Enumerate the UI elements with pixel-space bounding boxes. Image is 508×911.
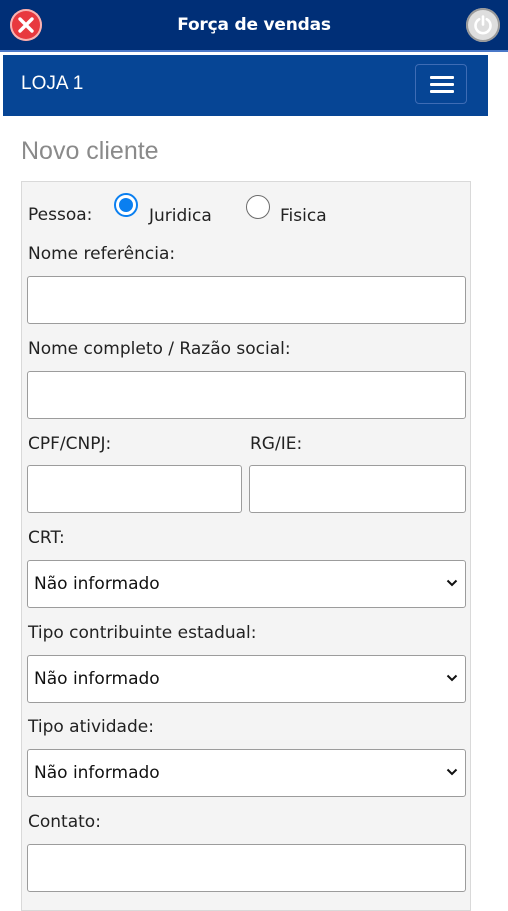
chevron-down-icon xyxy=(446,768,458,776)
app-title: Força de vendas xyxy=(177,15,331,35)
cpf-cnpj-label: CPF/CNPJ: xyxy=(28,434,112,454)
nome-completo-input[interactable] xyxy=(27,371,466,419)
crt-select[interactable]: Não informado xyxy=(27,560,466,608)
store-navbar: LOJA 1 xyxy=(3,55,488,116)
power-icon xyxy=(474,15,492,35)
hamburger-menu-icon xyxy=(430,76,454,79)
hamburger-menu-icon xyxy=(430,90,454,93)
tipo-contribuinte-select[interactable]: Não informado xyxy=(27,655,466,703)
crt-select-value: Não informado xyxy=(34,574,160,594)
radio-fisica-label[interactable]: Fisica xyxy=(280,206,327,226)
power-button[interactable] xyxy=(466,8,500,42)
menu-button[interactable] xyxy=(415,64,467,104)
tipo-atividade-select[interactable]: Não informado xyxy=(27,749,466,797)
store-name: LOJA 1 xyxy=(21,73,84,94)
tipo-atividade-label: Tipo atividade: xyxy=(28,717,154,737)
hamburger-menu-icon xyxy=(430,83,454,86)
contato-label: Contato: xyxy=(28,812,101,832)
chevron-down-icon xyxy=(446,579,458,587)
contato-input[interactable] xyxy=(27,844,466,892)
radio-juridica-label[interactable]: Juridica xyxy=(149,206,212,226)
cpf-cnpj-input[interactable] xyxy=(27,465,242,513)
radio-juridica[interactable] xyxy=(114,193,138,217)
rg-ie-input[interactable] xyxy=(249,465,466,513)
tipo-atividade-value: Não informado xyxy=(34,763,160,783)
nome-referencia-input[interactable] xyxy=(27,276,466,324)
title-bar: Força de vendas xyxy=(0,0,508,52)
main-content: Novo cliente Pessoa: Juridica Fisica Nom… xyxy=(3,116,488,911)
crt-label: CRT: xyxy=(28,528,65,548)
new-client-form: Pessoa: Juridica Fisica Nome referência:… xyxy=(21,181,471,911)
radio-fisica[interactable] xyxy=(246,195,270,219)
pessoa-label: Pessoa: xyxy=(28,205,93,225)
tipo-contribuinte-label: Tipo contribuinte estadual: xyxy=(28,623,257,643)
page-title: Novo cliente xyxy=(21,137,159,165)
tipo-contribuinte-value: Não informado xyxy=(34,669,160,689)
nome-completo-label: Nome completo / Razão social: xyxy=(28,339,291,359)
nome-referencia-label: Nome referência: xyxy=(28,244,176,264)
chevron-down-icon xyxy=(446,674,458,682)
rg-ie-label: RG/IE: xyxy=(250,434,303,454)
